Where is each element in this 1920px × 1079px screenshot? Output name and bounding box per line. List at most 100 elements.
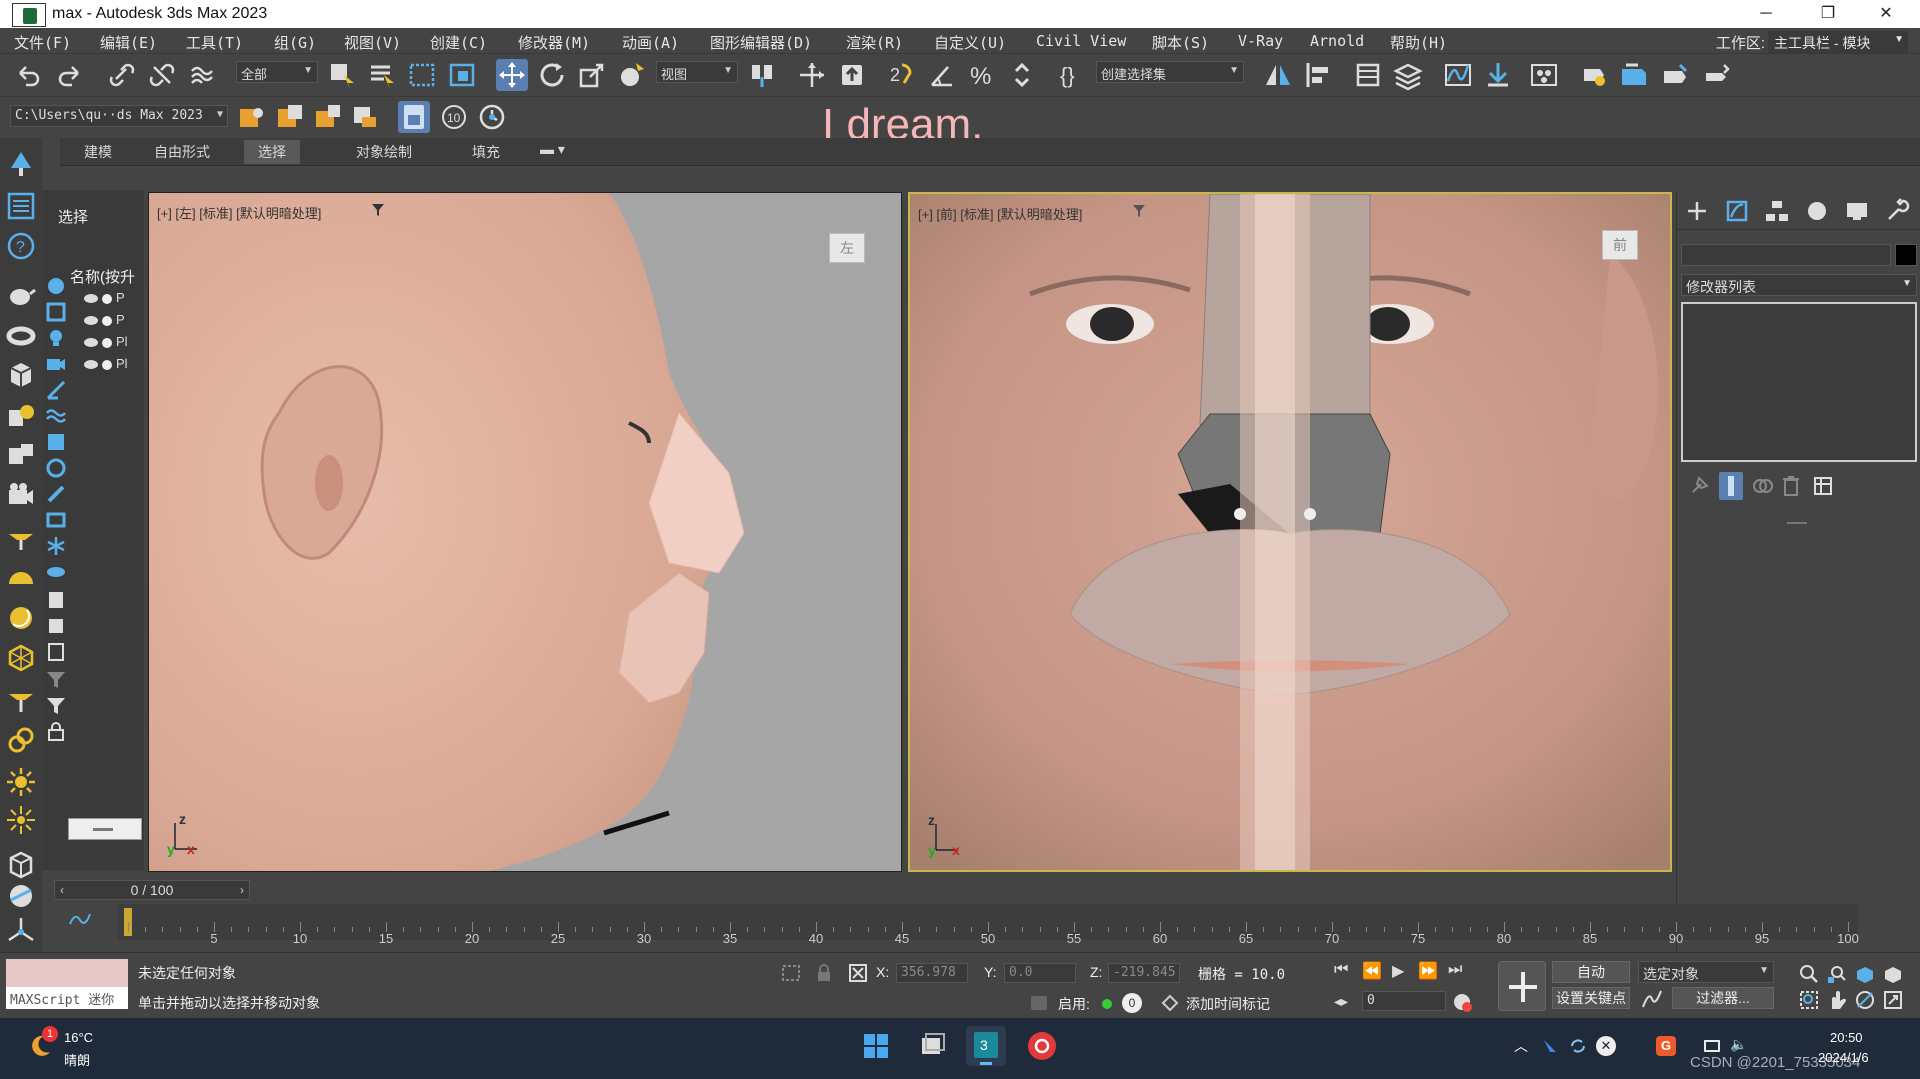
eye-icon[interactable]	[84, 294, 98, 304]
bluetooth-app-icon[interactable]	[1540, 1036, 1560, 1056]
scene-explorer-icon[interactable]	[5, 190, 37, 222]
start-icon[interactable]	[856, 1026, 896, 1066]
viewport-label[interactable]: [+] [前] [标准] [默认明暗处理]	[918, 204, 1082, 223]
menu-edit[interactable]: 编辑(E)	[100, 32, 157, 53]
schematic-view-icon[interactable]	[1482, 59, 1514, 91]
layer-explorer-icon[interactable]	[1392, 59, 1424, 91]
set-key-button[interactable]	[1498, 961, 1546, 1011]
teapot-icon[interactable]	[5, 278, 37, 310]
tab-object-paint[interactable]: 对象绘制	[356, 142, 412, 162]
volume-icon[interactable]: 🔈	[1730, 1036, 1750, 1056]
filter-geometry-icon[interactable]	[44, 274, 68, 298]
chevron-left-icon[interactable]: ‹	[54, 880, 70, 900]
close-button[interactable]: ✕	[1866, 2, 1906, 26]
list-item[interactable]: Pl	[84, 334, 144, 354]
material-editor-icon[interactable]	[1528, 59, 1560, 91]
list-item[interactable]: P	[84, 290, 144, 310]
menu-modifiers[interactable]: 修改器(M)	[518, 32, 590, 53]
filter-toggle-icon[interactable]	[44, 694, 68, 718]
menu-file[interactable]: 文件(F)	[14, 32, 71, 53]
previous-frame-icon[interactable]: ⏪	[1362, 961, 1382, 981]
menu-graph-editors[interactable]: 图形编辑器(D)	[710, 32, 812, 53]
filter-cameras-icon[interactable]	[44, 352, 68, 376]
select-and-rotate-icon[interactable]	[536, 59, 568, 91]
key-filter-dropdown[interactable]: 选定对象 ▼	[1638, 961, 1774, 983]
tab-populate[interactable]: 填充	[472, 142, 500, 162]
align-icon[interactable]	[1302, 59, 1334, 91]
percent-snap-icon[interactable]: %	[966, 59, 998, 91]
network-icon[interactable]	[1702, 1036, 1722, 1056]
time-tag-count[interactable]: 0	[1122, 993, 1142, 1013]
isolate-selection-icon[interactable]	[780, 963, 802, 983]
key-mode-icon[interactable]: ◂▸	[1334, 993, 1348, 1010]
restore-button[interactable]: ❐	[1808, 2, 1848, 26]
maxscript-listener[interactable]	[6, 959, 128, 987]
play-icon[interactable]: ▶	[1392, 961, 1404, 981]
menu-create[interactable]: 创建(C)	[430, 32, 487, 53]
list-item[interactable]: Pl	[84, 356, 144, 376]
curve-editor-mini-icon[interactable]	[68, 910, 92, 930]
key-tangent-icon[interactable]	[1640, 989, 1664, 1011]
menu-vray[interactable]: V-Ray	[1238, 32, 1283, 50]
filter-lights-icon[interactable]	[44, 326, 68, 350]
curve-editor-icon[interactable]	[1442, 59, 1474, 91]
window-crossing-icon[interactable]	[446, 59, 478, 91]
show-end-result-icon[interactable]	[1719, 472, 1743, 500]
select-by-name-icon[interactable]	[366, 59, 398, 91]
undo-icon[interactable]	[12, 59, 44, 91]
enable-status-icon[interactable]	[1102, 999, 1112, 1009]
menu-animation[interactable]: 动画(A)	[622, 32, 679, 53]
select-and-scale-icon[interactable]	[576, 59, 608, 91]
selection-filter-dropdown[interactable]: 全部 ▼	[236, 61, 318, 83]
link-icon[interactable]	[106, 59, 138, 91]
menu-help[interactable]: 帮助(H)	[1390, 32, 1447, 53]
field-of-view-icon[interactable]	[1798, 989, 1820, 1011]
render-icon[interactable]	[102, 315, 112, 326]
object-color-swatch[interactable]	[1895, 244, 1917, 266]
view-cube[interactable]: 左	[829, 233, 865, 263]
add-time-tag-text[interactable]: 添加时间标记	[1186, 994, 1270, 1014]
list-item[interactable]: P	[84, 312, 144, 332]
view-cube-icon[interactable]	[5, 848, 37, 880]
close-circle-icon[interactable]: ✕	[1596, 1036, 1616, 1056]
axis-tripod-icon[interactable]	[5, 914, 37, 946]
render-icon[interactable]	[102, 293, 112, 304]
g-app-icon[interactable]: G	[1656, 1036, 1676, 1056]
viewport-layout-icon[interactable]	[5, 880, 37, 912]
ribbon-settings-icon[interactable]	[1700, 59, 1732, 91]
filter-groups-icon[interactable]	[44, 430, 68, 454]
display-layers-icon[interactable]	[44, 640, 68, 664]
configure-modifier-sets-icon[interactable]	[1811, 474, 1835, 498]
box-icon[interactable]	[5, 358, 37, 390]
menu-tools[interactable]: 工具(T)	[186, 32, 243, 53]
timeline-track[interactable]: 5 10 15 20 25 30 35 40 45 50 55 60 65 70 75 80 85 90 95 100	[118, 904, 1859, 946]
create-tab-icon[interactable]	[1681, 195, 1713, 227]
menu-civil-view[interactable]: Civil View	[1036, 32, 1126, 50]
time-tag-icon[interactable]	[1160, 993, 1180, 1013]
viewport-left[interactable]: [+] [左] [标准] [默认明暗处理] 左 z y x	[148, 192, 902, 872]
current-frame-field[interactable]: 0	[1362, 991, 1446, 1011]
spinner-snap-icon[interactable]	[1006, 59, 1038, 91]
spline-list-icon[interactable]	[5, 438, 37, 470]
display-tab-icon[interactable]	[1841, 195, 1873, 227]
scene-explorer-toggle-icon[interactable]	[1352, 59, 1384, 91]
render-setup-icon[interactable]	[1578, 59, 1610, 91]
torus-icon[interactable]	[5, 318, 37, 350]
utilities-tab-icon[interactable]	[1881, 195, 1913, 227]
maxscript-mini-input[interactable]: MAXScript 迷你	[6, 987, 128, 1009]
filter-helpers-icon[interactable]	[44, 378, 68, 402]
x-coordinate-field[interactable]: 356.978	[896, 963, 968, 983]
render-icon[interactable]	[102, 337, 112, 348]
filter-frozen-icon[interactable]	[44, 534, 68, 558]
zoom-extents-all-icon[interactable]	[1882, 963, 1904, 985]
filter-icon[interactable]	[1132, 204, 1146, 218]
tab-selection[interactable]: 选择	[244, 140, 300, 164]
menu-view[interactable]: 视图(V)	[344, 32, 401, 53]
orbit-icon[interactable]	[1854, 989, 1876, 1011]
hemisphere-light-icon[interactable]	[5, 562, 37, 594]
menu-arnold[interactable]: Arnold	[1310, 32, 1364, 50]
autosave-clock-icon[interactable]	[476, 101, 508, 133]
camera-icon[interactable]	[5, 478, 37, 510]
go-to-start-icon[interactable]: ⏮	[1334, 961, 1348, 979]
set-key-mode-button[interactable]: 设置关键点	[1552, 987, 1630, 1009]
